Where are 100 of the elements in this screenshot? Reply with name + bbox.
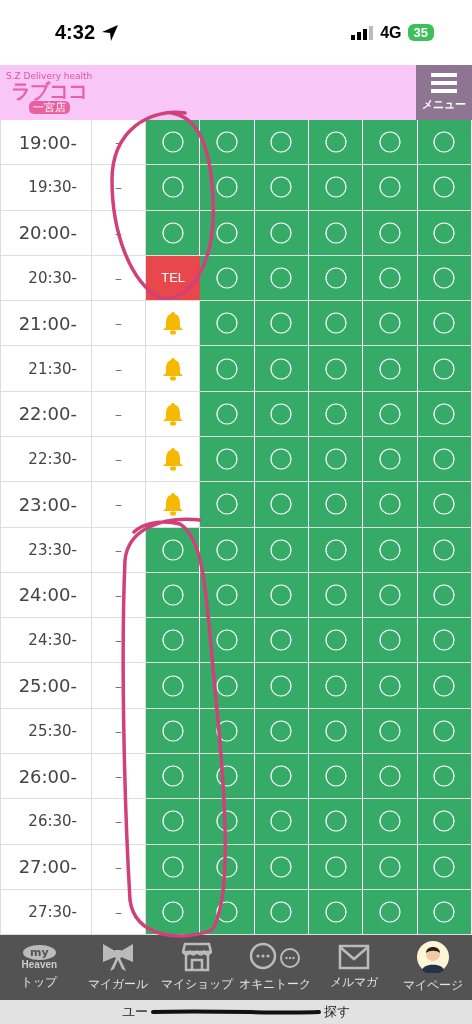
available-cell[interactable] [417,165,472,210]
available-cell[interactable] [417,844,472,889]
available-cell[interactable] [417,210,472,255]
available-cell[interactable] [254,663,309,708]
available-cell[interactable] [417,482,472,527]
available-cell[interactable] [363,527,418,572]
available-cell[interactable] [146,663,201,708]
available-cell[interactable] [363,799,418,844]
available-cell[interactable] [254,799,309,844]
available-cell[interactable] [146,844,201,889]
available-cell[interactable] [363,210,418,255]
available-cell[interactable] [363,346,418,391]
available-cell[interactable] [309,120,364,165]
available-cell[interactable] [200,436,255,482]
available-cell[interactable] [363,844,418,889]
available-cell[interactable] [254,753,309,799]
available-cell[interactable] [309,753,364,799]
available-cell[interactable] [363,391,418,436]
available-cell[interactable] [254,255,309,301]
available-cell[interactable] [417,346,472,391]
nav-tab[interactable]: オキニトーク [236,935,315,1000]
available-cell[interactable] [309,210,364,255]
available-cell[interactable] [363,165,418,210]
available-cell[interactable] [254,391,309,436]
available-cell[interactable] [146,618,201,663]
available-cell[interactable] [309,346,364,391]
available-cell[interactable] [200,527,255,572]
available-cell[interactable] [363,436,418,482]
available-cell[interactable] [417,120,472,165]
available-cell[interactable] [363,255,418,301]
available-cell[interactable] [309,618,364,663]
footer-link[interactable]: 探す [324,1003,350,1021]
available-cell[interactable] [254,120,309,165]
nav-tab[interactable]: マイガール [78,935,158,1000]
available-cell[interactable] [254,527,309,572]
available-cell[interactable] [417,799,472,844]
available-cell[interactable] [417,889,472,935]
available-cell[interactable] [417,572,472,618]
available-cell[interactable] [309,799,364,844]
available-cell[interactable] [254,210,309,255]
available-cell[interactable] [417,708,472,753]
available-cell[interactable] [254,482,309,527]
available-cell[interactable] [309,482,364,527]
available-cell[interactable] [309,708,364,753]
available-cell[interactable] [417,527,472,572]
available-cell[interactable] [363,301,418,346]
nav-tab[interactable]: my Heaven トップ [0,935,79,1000]
available-cell[interactable] [200,346,255,391]
available-cell[interactable] [200,799,255,844]
available-cell[interactable] [200,301,255,346]
available-cell[interactable] [146,210,201,255]
available-cell[interactable] [254,889,309,935]
available-cell[interactable] [146,527,201,572]
available-cell[interactable] [200,255,255,301]
available-cell[interactable] [200,663,255,708]
available-cell[interactable] [146,753,201,799]
available-cell[interactable] [146,708,201,753]
available-cell[interactable] [146,799,201,844]
available-cell[interactable] [417,618,472,663]
available-cell[interactable] [309,391,364,436]
available-cell[interactable] [363,889,418,935]
available-cell[interactable] [309,301,364,346]
available-cell[interactable] [254,165,309,210]
available-cell[interactable] [200,482,255,527]
available-cell[interactable] [309,889,364,935]
available-cell[interactable] [146,572,201,618]
nav-tab[interactable]: メルマガ [314,935,394,1000]
available-cell[interactable] [417,663,472,708]
available-cell[interactable] [363,663,418,708]
available-cell[interactable] [417,753,472,799]
available-cell[interactable] [417,255,472,301]
available-cell[interactable] [146,165,201,210]
available-cell[interactable] [200,391,255,436]
available-cell[interactable] [417,301,472,346]
available-cell[interactable] [146,889,201,935]
available-cell[interactable] [309,527,364,572]
available-cell[interactable] [146,120,201,165]
available-cell[interactable] [309,572,364,618]
available-cell[interactable] [363,482,418,527]
available-cell[interactable] [309,255,364,301]
available-cell[interactable] [309,844,364,889]
available-cell[interactable] [363,618,418,663]
available-cell[interactable] [254,708,309,753]
available-cell[interactable] [200,120,255,165]
available-cell[interactable] [417,391,472,436]
available-cell[interactable] [309,436,364,482]
available-cell[interactable] [363,753,418,799]
available-cell[interactable] [254,346,309,391]
nav-tab[interactable]: マイショップ [157,935,236,1000]
available-cell[interactable] [254,618,309,663]
available-cell[interactable] [309,165,364,210]
available-cell[interactable] [363,572,418,618]
available-cell[interactable] [200,618,255,663]
available-cell[interactable] [254,301,309,346]
available-cell[interactable] [417,436,472,482]
available-cell[interactable] [254,572,309,618]
nav-tab[interactable]: マイページ [393,935,472,1000]
menu-button[interactable]: メニュー [416,65,472,120]
available-cell[interactable] [309,663,364,708]
available-cell[interactable] [254,844,309,889]
